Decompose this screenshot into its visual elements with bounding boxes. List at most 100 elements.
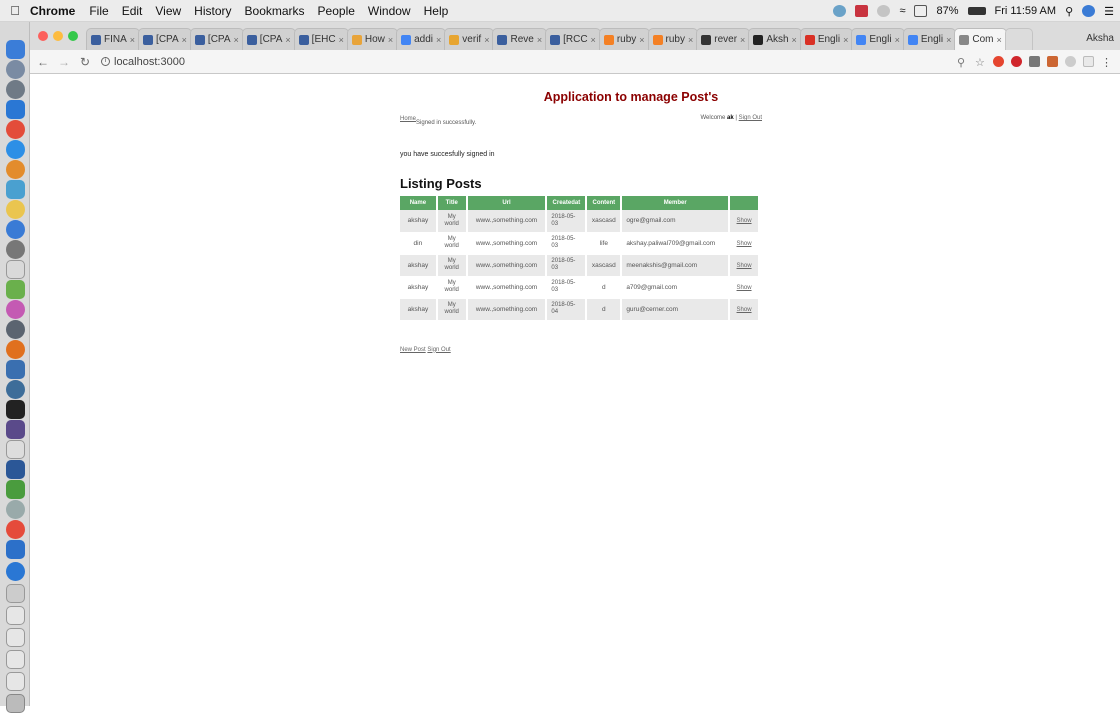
safari-icon[interactable] (6, 140, 25, 159)
browser-tab[interactable]: Engli × (902, 28, 957, 50)
menu-file[interactable]: File (89, 4, 108, 18)
downloads-icon[interactable] (6, 562, 25, 581)
browser-tab[interactable]: [CPA × (189, 28, 244, 50)
app-icon-blue[interactable] (6, 180, 25, 199)
tab-close-icon[interactable]: × (130, 35, 135, 45)
browser-tab[interactable]: Com × (954, 28, 1007, 50)
apple-menu-icon[interactable]:  (0, 3, 30, 18)
ext-icon-4[interactable] (1083, 56, 1094, 67)
trash-icon[interactable] (6, 694, 25, 713)
app-icon-navy[interactable] (6, 380, 25, 399)
browser-tab[interactable]: FINA × (86, 28, 141, 50)
app-icon-red[interactable] (6, 120, 25, 139)
vpn-icon[interactable] (833, 5, 847, 17)
browser-tab[interactable]: [RCC × (545, 28, 601, 50)
tab-close-icon[interactable]: × (895, 35, 900, 45)
browser-tab[interactable]: How × (346, 28, 399, 50)
tab-close-icon[interactable]: × (591, 35, 596, 45)
tab-close-icon[interactable]: × (285, 35, 290, 45)
show-link[interactable]: Show (737, 285, 752, 291)
browser-tab[interactable]: ruby × (647, 28, 699, 50)
notification-center-icon[interactable]: ☰ (1104, 5, 1114, 18)
back-icon[interactable]: ← (35, 55, 51, 69)
file-icon-1[interactable] (6, 606, 25, 625)
home-link[interactable]: Home (400, 116, 416, 122)
word-icon[interactable] (6, 460, 25, 479)
moon-icon[interactable] (877, 5, 891, 17)
notes-icon[interactable] (6, 260, 25, 279)
monitor-icon[interactable] (6, 540, 25, 559)
tab-close-icon[interactable]: × (740, 35, 745, 45)
browser-tab[interactable]: [CPA × (241, 28, 296, 50)
ext-icon-2[interactable] (1047, 56, 1058, 67)
settings-icon[interactable] (6, 320, 25, 339)
wordpress-icon[interactable] (6, 360, 25, 379)
sublime-icon[interactable] (6, 420, 25, 439)
clock[interactable]: Fri 11:59 AM (995, 5, 1057, 17)
file-icon-4[interactable] (6, 672, 25, 691)
tab-close-icon[interactable]: × (639, 35, 644, 45)
tab-close-icon[interactable]: × (946, 35, 951, 45)
app-icon-gray[interactable] (6, 240, 25, 259)
menu-bookmarks[interactable]: Bookmarks (245, 4, 305, 18)
tab-close-icon[interactable]: × (484, 35, 489, 45)
zoom-window-icon[interactable] (68, 31, 78, 41)
tab-close-icon[interactable]: × (996, 35, 1001, 45)
battery-percent[interactable]: 87% (936, 5, 958, 17)
menu-view[interactable]: View (155, 4, 181, 18)
battery-icon[interactable] (967, 7, 986, 15)
tab-close-icon[interactable]: × (688, 35, 693, 45)
textedit-icon[interactable] (6, 440, 25, 459)
mcafee-icon[interactable] (855, 5, 869, 17)
forward-icon[interactable]: → (56, 55, 72, 69)
app-icon-orange[interactable] (6, 160, 25, 179)
app-menu[interactable]: Chrome (30, 4, 75, 18)
address-bar[interactable]: i localhost:3000 (101, 56, 957, 68)
search-icon[interactable]: ⚲ (957, 56, 968, 69)
menu-people[interactable]: People (318, 4, 355, 18)
show-link[interactable]: Show (737, 263, 752, 269)
tab-close-icon[interactable]: × (843, 35, 848, 45)
menu-edit[interactable]: Edit (122, 4, 143, 18)
show-link[interactable]: Show (737, 307, 752, 313)
rocket-icon[interactable] (6, 80, 25, 99)
tab-close-icon[interactable]: × (537, 35, 542, 45)
browser-tab[interactable]: Reve × (492, 28, 548, 50)
file-icon-2[interactable] (6, 628, 25, 647)
tab-close-icon[interactable]: × (436, 35, 441, 45)
new-post-link[interactable]: New Post (400, 347, 426, 353)
tab-close-icon[interactable]: × (388, 35, 393, 45)
tab-close-icon[interactable]: × (234, 35, 239, 45)
info-icon[interactable]: i (101, 57, 110, 66)
browser-tab[interactable]: [CPA × (138, 28, 192, 50)
photos-icon[interactable] (6, 300, 25, 319)
close-window-icon[interactable] (38, 31, 48, 41)
footer-sign-out-link[interactable]: Sign Out (427, 347, 450, 353)
menu-history[interactable]: History (194, 4, 231, 18)
show-link[interactable]: Show (737, 218, 752, 224)
browser-tab[interactable]: verif × (444, 28, 495, 50)
stack-icon[interactable] (6, 480, 25, 499)
opera-icon[interactable] (6, 520, 25, 539)
tools-icon[interactable] (6, 500, 25, 519)
terminal-icon[interactable] (6, 400, 25, 419)
tab-close-icon[interactable]: × (339, 35, 344, 45)
reload-icon[interactable]: ↻ (77, 55, 93, 69)
browser-tab[interactable]: ruby × (598, 28, 650, 50)
browser-tab[interactable]: Engli × (799, 28, 854, 50)
chrome-icon[interactable] (6, 200, 25, 219)
menu-help[interactable]: Help (424, 4, 449, 18)
opera-ext-icon[interactable] (993, 56, 1004, 67)
new-tab-button[interactable] (1004, 28, 1033, 50)
browser-tab[interactable]: Aksh × (748, 28, 802, 50)
menu-window[interactable]: Window (368, 4, 411, 18)
url-text[interactable]: localhost:3000 (114, 56, 185, 68)
wifi-icon[interactable]: ≈ (899, 5, 905, 17)
finder-icon[interactable] (6, 40, 25, 59)
menu-dots-icon[interactable]: ⋮ (1101, 56, 1112, 69)
document-icon[interactable] (6, 584, 25, 603)
spotlight-icon[interactable]: ⚲ (1065, 5, 1073, 18)
profile-button[interactable]: Aksha (1086, 33, 1120, 50)
tab-close-icon[interactable]: × (182, 35, 187, 45)
sign-out-link[interactable]: Sign Out (739, 115, 762, 121)
